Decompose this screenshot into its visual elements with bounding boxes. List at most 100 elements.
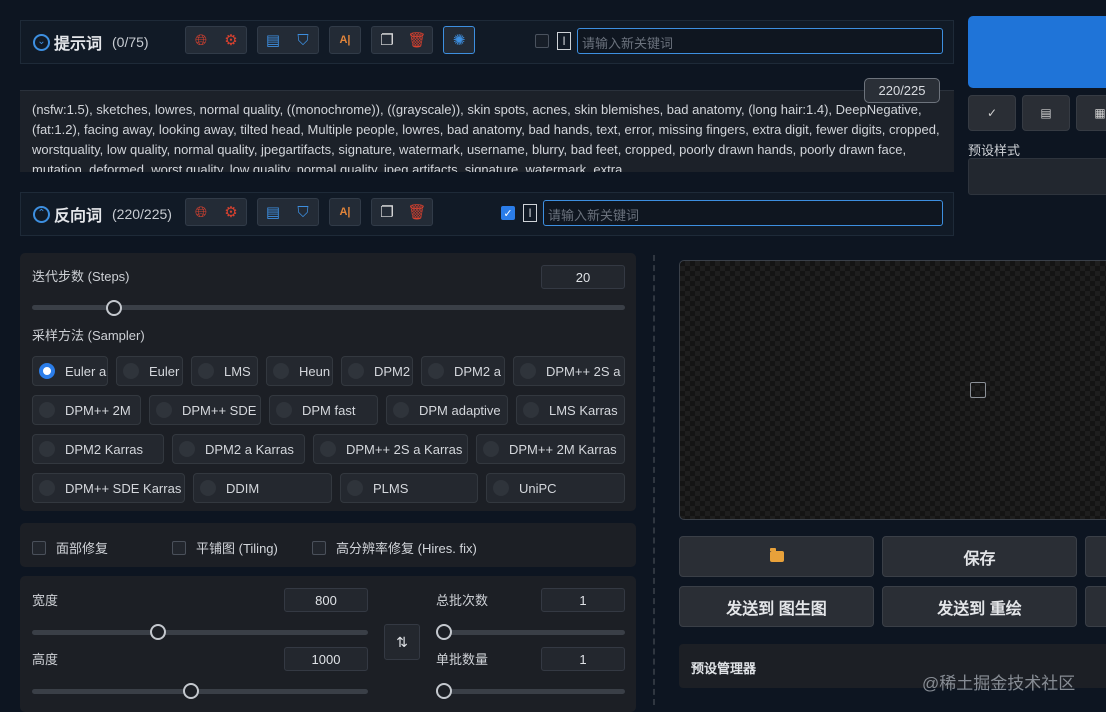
zip-button[interactable]: [1085, 536, 1106, 577]
face-restore-label: 面部修复: [56, 541, 109, 556]
open-folder-button[interactable]: [679, 536, 874, 577]
copy-icon[interactable]: ❐: [372, 199, 402, 225]
sampler-option[interactable]: DDIM: [193, 473, 332, 503]
sampler-option[interactable]: DPM++ SDE: [149, 395, 261, 425]
sampler-option[interactable]: DPM adaptive: [386, 395, 508, 425]
sampler-option[interactable]: DPM2 a: [421, 356, 505, 386]
keyword-input[interactable]: 请输入新关键词: [543, 200, 943, 226]
apply-style-button[interactable]: ✓: [968, 95, 1016, 131]
gear-icon[interactable]: ⚙: [216, 27, 246, 53]
sampler-option[interactable]: DPM2: [341, 356, 413, 386]
width-input[interactable]: 800: [284, 588, 368, 612]
face-restore-option[interactable]: 面部修复: [32, 538, 108, 557]
trash-icon[interactable]: 🗑︎: [402, 199, 432, 225]
negative-title-group[interactable]: ⌃ 反向词 (220/225): [33, 202, 172, 226]
sampler-option[interactable]: DPM2 Karras: [32, 434, 164, 464]
sampler-option[interactable]: LMS: [191, 356, 258, 386]
batch-size-input[interactable]: 1: [541, 647, 625, 671]
translate-ab-icon[interactable]: A|: [330, 199, 360, 225]
negative-token-count: (220/225): [112, 206, 172, 222]
keyword-input[interactable]: 请输入新关键词: [577, 28, 943, 54]
sampler-option[interactable]: PLMS: [340, 473, 478, 503]
prompt-title-group[interactable]: ⌄ 提示词 (0/75): [33, 30, 149, 54]
globe-icon[interactable]: 🌐︎: [186, 27, 216, 53]
preset-style-select[interactable]: [968, 158, 1106, 195]
trash-style-button[interactable]: ▦: [1076, 95, 1106, 131]
prompt-title: 提示词: [54, 36, 103, 53]
trash-icon[interactable]: 🗑︎: [402, 27, 432, 53]
sampler-option[interactable]: DPM++ 2S a Karras: [313, 434, 468, 464]
batch-size-slider[interactable]: [436, 689, 625, 694]
sampler-option[interactable]: Euler: [116, 356, 183, 386]
steps-label: 迭代步数 (Steps): [32, 269, 130, 284]
negative-copy-group: ❐ 🗑︎: [371, 198, 433, 226]
prompt-textarea[interactable]: (nsfw:1.5), sketches, lowres, normal qua…: [20, 90, 954, 172]
copy-icon[interactable]: ❐: [372, 27, 402, 53]
negative-paste-group: ▤ ⛉: [257, 198, 319, 226]
width-slider-thumb[interactable]: [150, 624, 166, 640]
send-to-inpaint-button[interactable]: 发送到 重绘: [882, 586, 1077, 627]
clipboard-icon[interactable]: ▤: [258, 199, 288, 225]
text-cursor-icon: I: [557, 32, 571, 50]
generate-button[interactable]: [968, 16, 1106, 88]
width-slider[interactable]: [32, 630, 368, 635]
keyword-checkbox[interactable]: ✓: [501, 206, 515, 220]
prompt-paste-group: ▤ ⛉: [257, 26, 319, 54]
prompt-copy-group: ❐ 🗑︎: [371, 26, 433, 54]
sampler-option[interactable]: DPM fast: [269, 395, 378, 425]
sampler-option[interactable]: DPM++ 2M: [32, 395, 141, 425]
batch-size-slider-thumb[interactable]: [436, 683, 452, 699]
tiling-option[interactable]: 平铺图 (Tiling): [172, 538, 278, 557]
sampler-option[interactable]: UniPC: [486, 473, 625, 503]
keyword-checkbox[interactable]: [535, 34, 549, 48]
height-slider-thumb[interactable]: [183, 683, 199, 699]
globe-icon[interactable]: 🌐︎: [186, 199, 216, 225]
sampler-option[interactable]: DPM++ 2M Karras: [476, 434, 625, 464]
negative-translate-group: 🌐︎ ⚙: [185, 198, 247, 226]
tiling-checkbox[interactable]: [172, 540, 186, 555]
bookmark-icon[interactable]: ⛉: [288, 199, 318, 225]
preset-style-label: 预设样式: [968, 143, 1021, 158]
batch-count-input[interactable]: 1: [541, 588, 625, 612]
hires-fix-checkbox[interactable]: [312, 540, 326, 555]
chevron-up-icon[interactable]: ⌃: [33, 205, 50, 223]
chevron-down-icon[interactable]: ⌄: [33, 33, 50, 51]
prompt-ab-group: A|: [329, 26, 361, 54]
height-slider[interactable]: [32, 689, 368, 694]
watermark: @稀土掘金技术社区: [922, 674, 1076, 693]
send-to-img2img-button[interactable]: 发送到 图生图: [679, 586, 874, 627]
bookmark-icon[interactable]: ⛉: [288, 27, 318, 53]
prompt-translate-group: 🌐︎ ⚙: [185, 26, 247, 54]
prompt-header: ⌄ 提示词 (0/75) 🌐︎ ⚙ ▤ ⛉ A| ❐ 🗑︎ ✺ I 请输入新关键…: [20, 20, 954, 64]
sampler-option[interactable]: DPM++ 2S a: [513, 356, 625, 386]
output-image: [679, 260, 1106, 520]
sampler-label: 采样方法 (Sampler): [32, 328, 145, 343]
negative-header: ⌃ 反向词 (220/225) 🌐︎ ⚙ ▤ ⛉ A| ❐ 🗑︎ ✓ I 请输入…: [20, 192, 954, 236]
gear-icon[interactable]: ⚙: [216, 199, 246, 225]
tiling-label: 平铺图 (Tiling): [196, 541, 278, 556]
image-icon: [970, 382, 986, 398]
negative-ab-group: A|: [329, 198, 361, 226]
prompt-token-count: (0/75): [112, 34, 149, 50]
sampler-option[interactable]: DPM2 a Karras: [172, 434, 305, 464]
send-to-extras-button[interactable]: [1085, 586, 1106, 627]
sampler-option[interactable]: LMS Karras: [516, 395, 625, 425]
batch-count-slider-thumb[interactable]: [436, 624, 452, 640]
sampler-option[interactable]: DPM++ SDE Karras: [32, 473, 185, 503]
translate-ab-icon[interactable]: A|: [330, 27, 360, 53]
save-style-button[interactable]: ▤: [1022, 95, 1070, 131]
column-divider[interactable]: [653, 255, 655, 705]
steps-input[interactable]: 20: [541, 265, 625, 289]
hires-fix-option[interactable]: 高分辨率修复 (Hires. fix): [312, 538, 477, 557]
batch-count-slider[interactable]: [436, 630, 625, 635]
save-button[interactable]: 保存: [882, 536, 1077, 577]
openai-icon[interactable]: ✺: [444, 27, 474, 53]
sampler-option[interactable]: Euler a: [32, 356, 108, 386]
swap-icon[interactable]: ⇅: [384, 624, 420, 660]
face-restore-checkbox[interactable]: [32, 540, 46, 555]
height-input[interactable]: 1000: [284, 647, 368, 671]
sampler-option[interactable]: Heun: [266, 356, 333, 386]
steps-slider-thumb[interactable]: [106, 300, 122, 316]
text-cursor-icon: I: [523, 204, 537, 222]
clipboard-icon[interactable]: ▤: [258, 27, 288, 53]
